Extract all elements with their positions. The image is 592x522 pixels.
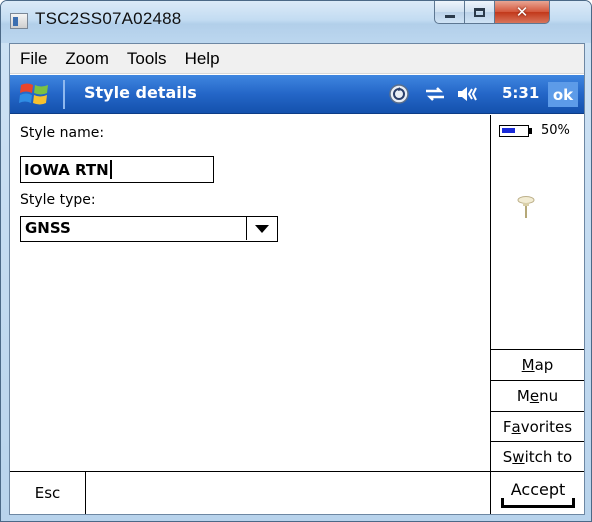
maximize-icon: [474, 7, 485, 17]
speaker-icon[interactable]: [456, 85, 480, 103]
softkey-bar: Esc Accept: [10, 471, 584, 514]
window-title: TSC2SS07A02488: [35, 9, 182, 28]
app-window: TSC2SS07A02488 ✕ File Zoom Tools Help St…: [0, 0, 592, 522]
menu-bar: File Zoom Tools Help: [10, 44, 584, 74]
map-button-post: ap: [534, 356, 554, 374]
app-icon[interactable]: [10, 13, 28, 29]
battery-icon: [499, 124, 529, 137]
gnss-receiver-icon[interactable]: [517, 195, 535, 219]
style-name-input[interactable]: IOWA RTN: [20, 156, 214, 183]
minimize-icon: [444, 14, 455, 18]
sync-icon[interactable]: [389, 84, 409, 104]
style-type-value: GNSS: [25, 219, 71, 237]
menu-button-post: nu: [539, 387, 559, 405]
switch-to-button-post: itch to: [524, 447, 573, 466]
minimize-button[interactable]: [434, 1, 465, 24]
menu-zoom[interactable]: Zoom: [57, 45, 116, 73]
close-icon: ✕: [515, 3, 529, 21]
nav-bar: Style details 5:31 ok: [10, 75, 584, 114]
favorites-button[interactable]: Fa vorites: [490, 411, 584, 441]
style-type-label: Style type:: [20, 192, 96, 208]
start-flag-icon[interactable]: [18, 79, 52, 109]
battery-tip: [529, 127, 532, 134]
chevron-down-icon: [255, 224, 269, 233]
esc-button[interactable]: Esc: [10, 472, 86, 514]
accept-label: Accept: [510, 480, 566, 499]
switch-to-button[interactable]: Sw itch to: [490, 441, 584, 471]
menu-button[interactable]: Me nu: [490, 380, 584, 411]
connectivity-icon[interactable]: [424, 85, 446, 103]
menu-button-pre: M: [516, 387, 530, 405]
style-name-label: Style name:: [20, 125, 105, 141]
nav-separator: [63, 80, 65, 109]
caption-buttons: ✕: [434, 1, 550, 25]
style-type-dropdown[interactable]: GNSS: [20, 216, 278, 242]
accept-button[interactable]: Accept: [490, 472, 584, 514]
map-button-access-key: M: [521, 356, 535, 374]
title-bar[interactable]: TSC2SS07A02488 ✕: [1, 1, 591, 43]
enter-key-indicator: [501, 505, 575, 508]
switch-to-button-pre: S: [502, 447, 513, 466]
style-name-value: IOWA RTN: [24, 160, 109, 179]
favorites-button-access-key: a: [511, 417, 521, 436]
switch-to-button-access-key: w: [512, 447, 525, 466]
battery-percent: 50%: [541, 123, 570, 138]
map-button[interactable]: Map: [490, 349, 584, 380]
maximize-button[interactable]: [465, 1, 495, 24]
text-caret: [109, 160, 112, 179]
menu-button-access-key: e: [529, 387, 540, 405]
favorites-button-pre: F: [502, 417, 512, 436]
battery-status[interactable]: 50%: [499, 123, 570, 138]
client-area: File Zoom Tools Help Style details 5:31 …: [9, 43, 585, 515]
close-button[interactable]: ✕: [495, 1, 550, 24]
menu-tools[interactable]: Tools: [119, 45, 175, 73]
content-area: Style name: IOWA RTN Style type: GNSS 50…: [10, 115, 584, 514]
enter-key-indicator-left: [501, 498, 504, 508]
battery-level: [502, 127, 515, 133]
ok-button[interactable]: ok: [548, 82, 578, 107]
dropdown-arrow-button[interactable]: [246, 217, 277, 240]
favorites-button-post: vorites: [520, 417, 573, 436]
enter-key-indicator-right: [572, 498, 575, 508]
style-form: Style name: IOWA RTN Style type: GNSS: [10, 115, 489, 427]
menu-help[interactable]: Help: [177, 45, 228, 73]
screen-title: Style details: [84, 83, 197, 102]
menu-file[interactable]: File: [12, 45, 55, 73]
clock[interactable]: 5:31: [502, 84, 539, 102]
